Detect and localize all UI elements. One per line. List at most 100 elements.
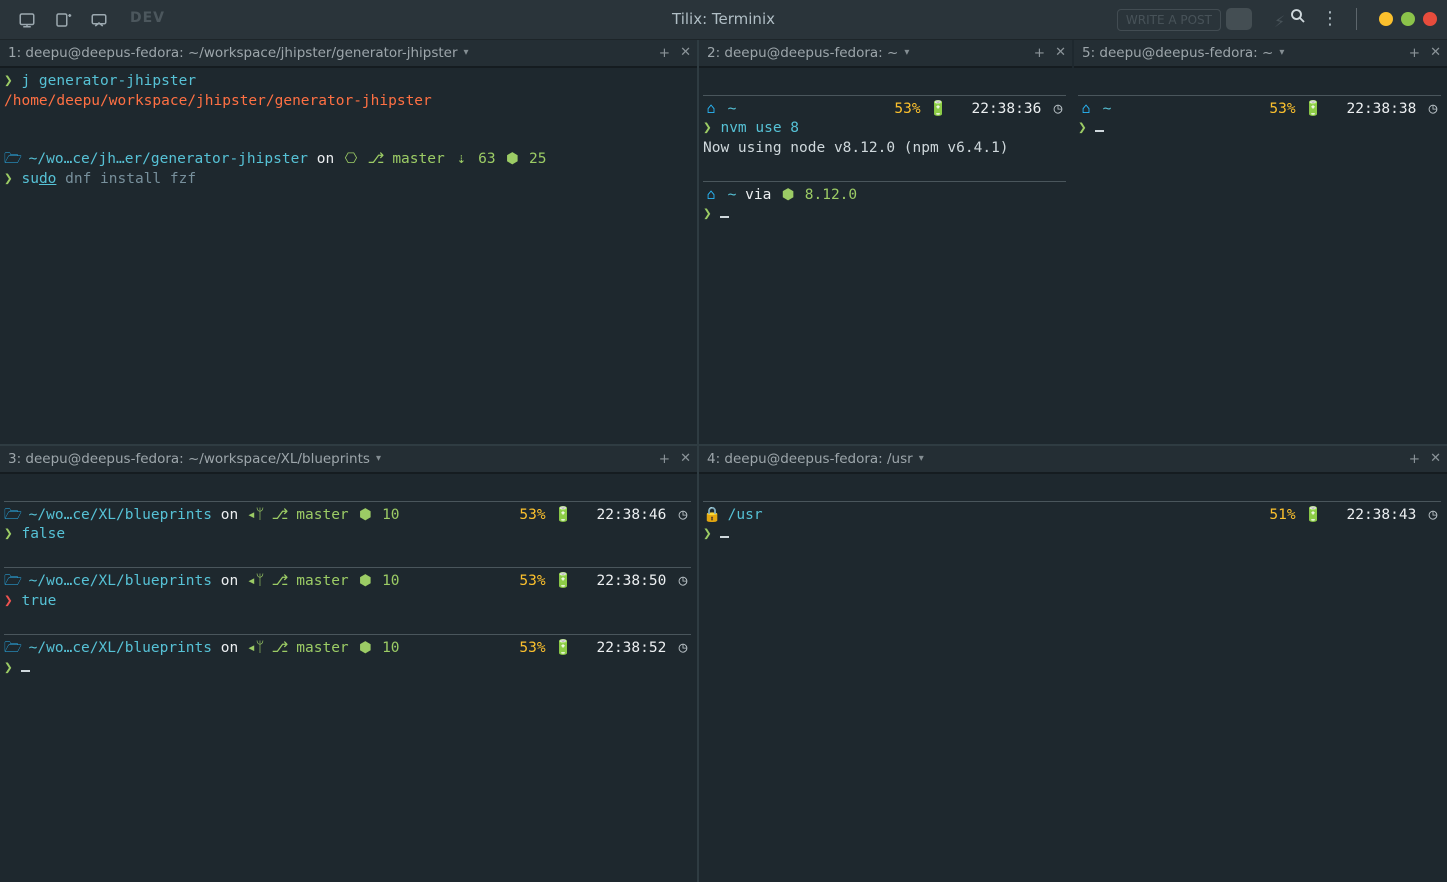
add-terminal-icon[interactable]: + [1409, 44, 1420, 62]
status-path: ~/wo…ce/XL/blueprints [29, 506, 212, 526]
battery-pct: 53% [519, 572, 545, 592]
pane-4-tab-label[interactable]: 4: deepu@deepus-fedora: /usr ▾ [705, 450, 926, 468]
battery-pct: 53% [894, 100, 920, 120]
chevron-down-icon[interactable]: ▾ [919, 452, 924, 466]
pane-1: 1: deepu@deepus-fedora: ~/workspace/jhip… [0, 40, 697, 444]
clock-time: 22:38:38 [1346, 100, 1416, 120]
close-terminal-icon[interactable]: ✕ [1430, 44, 1441, 62]
battery-icon: 🔋 [1304, 506, 1320, 526]
battery-pct: 53% [1269, 100, 1295, 120]
on-label: on [221, 639, 238, 659]
pane-5-tab-label[interactable]: 5: deepu@deepus-fedora: ~ ▾ [1080, 44, 1286, 62]
home-icon: ⌂ [703, 100, 719, 120]
pane-1-terminal[interactable]: ❯ j generator-jhipster /home/deepu/works… [0, 68, 697, 189]
chevron-down-icon[interactable]: ▾ [904, 46, 909, 60]
git-icon: ◂ᛘ [247, 506, 263, 526]
maximize-button[interactable] [1401, 12, 1415, 26]
battery-icon: 🔋 [554, 572, 570, 592]
battery-icon: 🔋 [554, 639, 570, 659]
battery-pct: 53% [519, 639, 545, 659]
pane-1-tab-label[interactable]: 1: deepu@deepus-fedora: ~/workspace/jhip… [6, 44, 471, 62]
folder-icon: 🗁 [4, 639, 20, 659]
ghost-bolt-icon: ⚡ [1274, 10, 1285, 34]
minimize-button[interactable] [1379, 12, 1393, 26]
status-path: ~/wo…ce/jh…er/generator-jhipster [29, 150, 308, 170]
pane-5-terminal[interactable]: ⌂ ~ 53% 🔋 22:38:38 ◷ ❯ [1074, 68, 1447, 139]
pane-3-tabstrip: 3: deepu@deepus-fedora: ~/workspace/XL/b… [0, 446, 697, 474]
stash-count: 10 [382, 506, 399, 526]
status-on: on [317, 150, 334, 170]
ghost-avatar [1226, 8, 1252, 30]
battery-pct: 51% [1269, 506, 1295, 526]
pane-2-terminal[interactable]: ⌂ ~ 53% 🔋 22:38:36 ◷ ❯ nvm use 8 Now usi… [699, 68, 1072, 225]
pane-1-status: 🗁 ~/wo…ce/jh…er/generator-jhipster on ⎔ … [4, 150, 691, 170]
chevron-down-icon[interactable]: ▾ [376, 452, 381, 466]
clock-icon: ◷ [1425, 100, 1441, 120]
clock-time: 22:38:36 [971, 100, 1041, 120]
pane-1-tab-controls: + ✕ [659, 44, 691, 62]
cursor [1095, 130, 1104, 132]
close-terminal-icon[interactable]: ✕ [680, 450, 691, 468]
tab-title: 3: deepu@deepus-fedora: ~/workspace/XL/b… [8, 450, 370, 468]
tab-title: 4: deepu@deepus-fedora: /usr [707, 450, 913, 468]
battery-icon: 🔋 [554, 506, 570, 526]
github-icon: ⎔ [343, 150, 359, 170]
branch-name: master [296, 639, 348, 659]
stash-count: 10 [382, 639, 399, 659]
chevron-down-icon[interactable]: ▾ [464, 46, 469, 60]
stash-count: 25 [529, 150, 546, 170]
pane-4-status: 🔒 /usr 51% 🔋 22:38:43 ◷ [703, 506, 1441, 526]
kebab-menu-icon[interactable]: ⋮ [1321, 7, 1338, 31]
resolved-path: /home/deepu/workspace/jhipster/generator… [4, 93, 432, 109]
stash-icon: ⬢ [357, 506, 373, 526]
branch-name: master [392, 150, 444, 170]
close-terminal-icon[interactable]: ✕ [1430, 450, 1441, 468]
pane-3: 3: deepu@deepus-fedora: ~/workspace/XL/b… [0, 446, 697, 882]
pane-2-status: ⌂ ~ 53% 🔋 22:38:36 ◷ [703, 100, 1066, 120]
new-session-icon[interactable] [18, 11, 36, 29]
pane-1-tabstrip: 1: deepu@deepus-fedora: ~/workspace/jhip… [0, 40, 697, 68]
branch-name: master [296, 572, 348, 592]
battery-icon: 🔋 [929, 100, 945, 120]
pane-3-terminal[interactable]: 🗁 ~/wo…ce/XL/blueprints on ◂ᛘ ⎇ master ⬢… [0, 474, 697, 678]
on-label: on [221, 572, 238, 592]
clock-time: 22:38:52 [596, 639, 666, 659]
pane-2-tab-label[interactable]: 2: deepu@deepus-fedora: ~ ▾ [705, 44, 911, 62]
ghost-dev-badge: DEV [130, 9, 165, 28]
cmd2-b: do [39, 171, 56, 187]
pane-4: 4: deepu@deepus-fedora: /usr ▾ + ✕ 🔒 /us… [699, 446, 1447, 882]
pane-3-tab-label[interactable]: 3: deepu@deepus-fedora: ~/workspace/XL/b… [6, 450, 383, 468]
close-terminal-icon[interactable]: ✕ [1055, 44, 1066, 62]
stash-icon: ⬢ [357, 639, 373, 659]
add-terminal-icon[interactable]: + [659, 450, 670, 468]
pane-2-tabstrip: 2: deepu@deepus-fedora: ~ ▾ + ✕ [699, 40, 1072, 68]
pane-4-terminal[interactable]: 🔒 /usr 51% 🔋 22:38:43 ◷ ❯ [699, 474, 1447, 545]
output-line: Now using node v8.12.0 (npm v6.4.1) [703, 139, 1066, 159]
git-icon: ◂ᛘ [247, 639, 263, 659]
new-window-icon[interactable] [54, 11, 72, 29]
cursor [720, 536, 729, 538]
cmd-text: j generator-jhipster [21, 73, 196, 89]
add-terminal-icon[interactable]: + [1409, 450, 1420, 468]
node-icon: ⬢ [780, 186, 796, 206]
on-label: on [221, 506, 238, 526]
lock-icon: 🔒 [703, 506, 719, 526]
sync-input-icon[interactable] [90, 11, 108, 29]
search-icon[interactable] [1289, 7, 1307, 32]
close-terminal-icon[interactable]: ✕ [680, 44, 691, 62]
pane-2-status-2: ⌂ ~ via ⬢ 8.12.0 [703, 186, 1066, 206]
clock-time: 22:38:50 [596, 572, 666, 592]
add-terminal-icon[interactable]: + [659, 44, 670, 62]
cursor [21, 670, 30, 672]
stash-count: 10 [382, 572, 399, 592]
chevron-down-icon[interactable]: ▾ [1279, 46, 1284, 60]
add-terminal-icon[interactable]: + [1034, 44, 1045, 62]
close-button[interactable] [1423, 12, 1437, 26]
clock-time: 22:38:46 [596, 506, 666, 526]
home-icon: ⌂ [1078, 100, 1094, 120]
tab-title: 2: deepu@deepus-fedora: ~ [707, 44, 898, 62]
pane-5-tab-controls: + ✕ [1409, 44, 1441, 62]
branch-name: master [296, 506, 348, 526]
git-branch-icon: ⎇ [272, 572, 288, 592]
pane-5-tabstrip: 5: deepu@deepus-fedora: ~ ▾ + ✕ [1074, 40, 1447, 68]
